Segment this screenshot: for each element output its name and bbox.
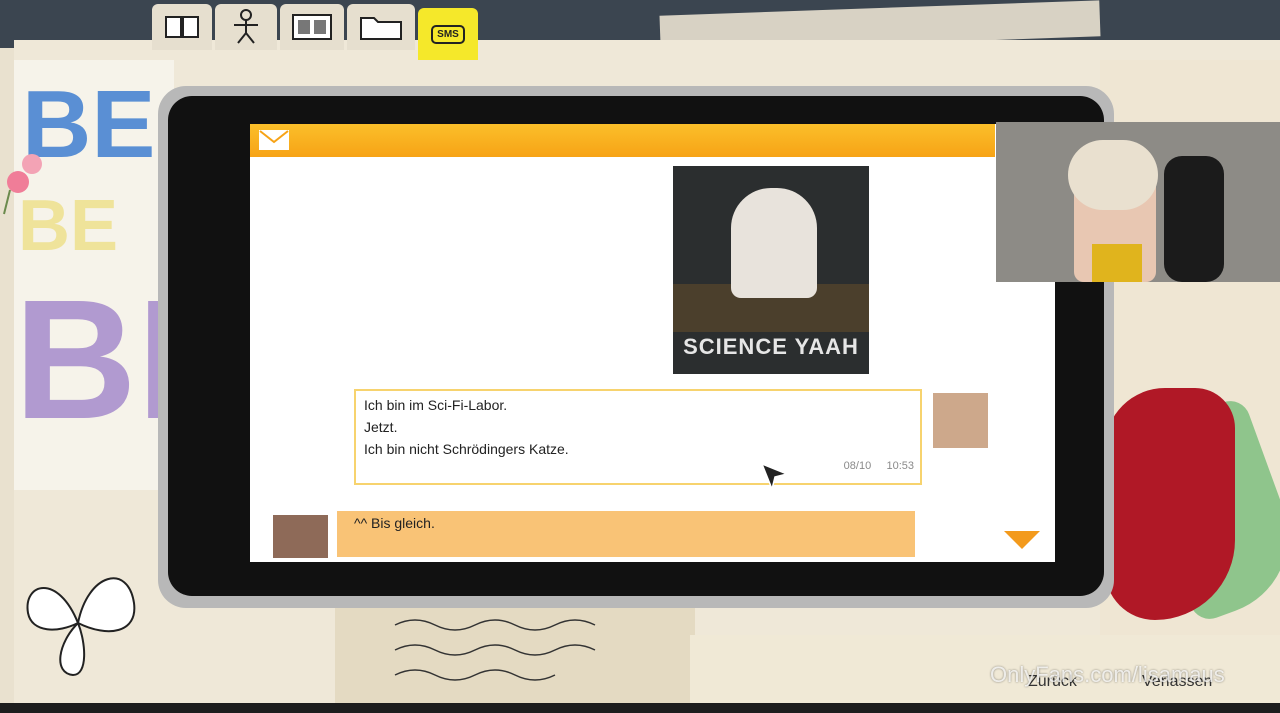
- message-line: Jetzt.: [364, 419, 398, 435]
- chevron-down-icon[interactable]: [1004, 531, 1040, 549]
- tab-photos[interactable]: [280, 4, 344, 50]
- photo-album-icon: [292, 14, 332, 40]
- phone-screen: [250, 124, 1055, 562]
- webcam-person-top: [1092, 244, 1142, 282]
- envelope-icon: [259, 130, 289, 150]
- journal-icon: [165, 16, 199, 38]
- webcam-overlay: [996, 122, 1280, 282]
- handwriting-scribbles: [394, 619, 596, 681]
- bottom-bar: [0, 703, 1280, 713]
- reply-message[interactable]: ^^ Bis gleich.: [337, 511, 915, 557]
- watermark: OnlyFans.com/lisamaus: [990, 662, 1225, 687]
- message-date: 08/10: [843, 460, 872, 472]
- rose-decoration: [1105, 388, 1235, 620]
- avatar-sender: [933, 393, 988, 448]
- sms-label: SMS: [431, 24, 465, 44]
- tab-people[interactable]: [215, 4, 277, 50]
- message-timestamp: 08/10 10:53: [844, 455, 914, 477]
- folder-icon: [360, 17, 402, 40]
- cursor-icon: [760, 462, 790, 492]
- avatar-player: [273, 515, 328, 558]
- message-line: Ich bin nicht Schrödingers Katze.: [364, 441, 569, 457]
- image-message[interactable]: SCIENCE YAAH: [673, 166, 869, 374]
- tab-folder[interactable]: [347, 4, 415, 50]
- image-cat: [731, 188, 817, 298]
- tab-journal[interactable]: [152, 4, 212, 50]
- message-line: Ich bin im Sci-Fi-Labor.: [364, 397, 508, 413]
- tab-sms[interactable]: SMS: [418, 8, 478, 60]
- butterfly-icon: [26, 577, 136, 677]
- sms-header-bar: [250, 124, 995, 157]
- flower-icon: [3, 154, 42, 215]
- webcam-gaming-chair: [1164, 156, 1224, 282]
- incoming-message: Ich bin im Sci-Fi-Labor. Jetzt. Ich bin …: [354, 389, 922, 485]
- webcam-person-hair: [1068, 140, 1158, 210]
- stick-figure-icon: [234, 9, 258, 44]
- image-caption: SCIENCE YAAH: [683, 334, 859, 359]
- message-time: 10:53: [886, 460, 914, 472]
